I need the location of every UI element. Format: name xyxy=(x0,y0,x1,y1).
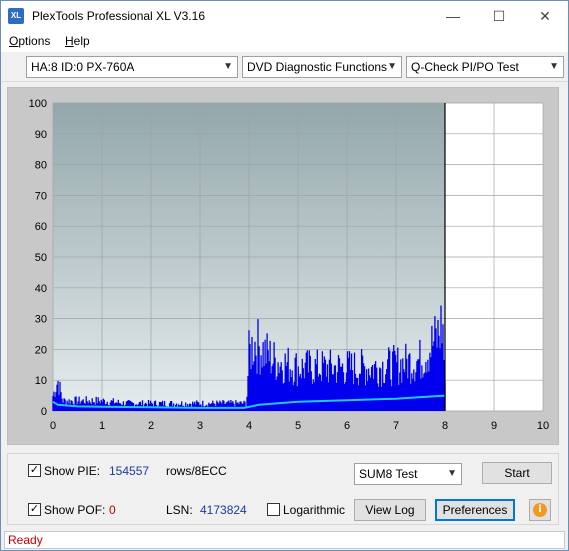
logarithmic-label: Logarithmic xyxy=(283,503,346,517)
logarithmic-checkbox[interactable] xyxy=(267,503,280,516)
view-log-button[interactable]: View Log xyxy=(354,499,426,521)
chevron-down-icon: ▼ xyxy=(447,468,457,479)
x-tick-label: 9 xyxy=(491,420,497,432)
menu-help-label: elp xyxy=(73,34,90,48)
sum-test-select-value: SUM8 Test xyxy=(359,467,418,481)
function-select[interactable]: DVD Diagnostic Functions ▼ xyxy=(242,56,402,78)
x-tick-label: 8 xyxy=(442,420,448,432)
x-tick-label: 0 xyxy=(50,420,56,432)
menu-options[interactable]: Options xyxy=(9,34,50,48)
y-tick-label: 0 xyxy=(41,406,47,418)
app-logo-icon: XL xyxy=(8,8,24,24)
close-button[interactable]: ✕ xyxy=(522,1,568,31)
test-select[interactable]: Q-Check PI/PO Test ▼ xyxy=(406,56,564,78)
drive-select[interactable]: HA:8 ID:0 PX-760A ▼ xyxy=(26,56,238,78)
y-tick-label: 60 xyxy=(35,221,47,233)
show-pie-checkbox[interactable]: ✓ xyxy=(28,464,41,477)
controls-panel: ✓ Show PIE: 154557 rows/8ECC SUM8 Test ▼… xyxy=(7,453,559,525)
minimize-button[interactable]: — xyxy=(430,1,476,31)
chart-panel: 0 10 20 30 40 50 60 70 80 90 100 0 1 2 3 4 5 6 7 8 9 10 xyxy=(7,87,559,445)
window-title: PlexTools Professional XL V3.16 xyxy=(32,9,205,23)
chevron-down-icon: ▼ xyxy=(549,61,559,72)
show-pof-label: Show POF: xyxy=(44,503,106,517)
y-tick-label: 10 xyxy=(35,375,47,387)
y-tick-label: 30 xyxy=(35,314,47,326)
maximize-button[interactable]: ☐ xyxy=(476,1,522,31)
pi-po-chart: 0 10 20 30 40 50 60 70 80 90 100 0 1 2 3 4 5 6 7 8 9 10 xyxy=(29,98,549,432)
rows-unit-label: rows/8ECC xyxy=(166,464,227,478)
info-button[interactable]: i xyxy=(529,499,551,521)
menu-options-accel: O xyxy=(9,34,19,48)
title-bar: XL PlexTools Professional XL V3.16 — ☐ ✕ xyxy=(1,1,568,31)
menu-help[interactable]: Help xyxy=(65,34,90,48)
show-pie-label: Show PIE: xyxy=(44,464,101,478)
chevron-down-icon: ▼ xyxy=(387,61,397,72)
app-window: XL PlexTools Professional XL V3.16 — ☐ ✕… xyxy=(0,0,569,551)
y-tick-label: 40 xyxy=(35,283,47,295)
x-tick-label: 10 xyxy=(537,420,549,432)
sum-test-select[interactable]: SUM8 Test ▼ xyxy=(354,463,462,485)
pie-value: 154557 xyxy=(109,464,150,478)
menu-bar: Options Help xyxy=(1,31,568,52)
y-tick-label: 20 xyxy=(35,344,47,356)
function-select-value: DVD Diagnostic Functions xyxy=(247,60,388,74)
menu-options-label: ptions xyxy=(18,34,51,48)
y-tick-label: 70 xyxy=(35,190,47,202)
info-icon: i xyxy=(533,503,547,517)
lsn-label: LSN: xyxy=(166,503,193,517)
start-button[interactable]: Start xyxy=(482,462,552,484)
drive-select-value: HA:8 ID:0 PX-760A xyxy=(31,60,135,74)
x-tick-label: 4 xyxy=(246,420,252,432)
lsn-value: 4173824 xyxy=(200,503,247,517)
x-tick-label: 6 xyxy=(344,420,350,432)
y-tick-label: 80 xyxy=(35,160,47,172)
menu-help-accel: H xyxy=(65,34,74,48)
y-tick-label: 90 xyxy=(35,129,47,141)
chevron-down-icon: ▼ xyxy=(223,61,233,72)
x-tick-label: 1 xyxy=(99,420,105,432)
show-pof-checkbox[interactable]: ✓ xyxy=(28,503,41,516)
test-select-value: Q-Check PI/PO Test xyxy=(411,60,519,74)
x-tick-label: 5 xyxy=(295,420,301,432)
x-tick-label: 2 xyxy=(148,420,154,432)
x-tick-label: 7 xyxy=(393,420,399,432)
status-bar: Ready xyxy=(4,531,565,549)
y-tick-label: 100 xyxy=(29,98,47,110)
toolbar: HA:8 ID:0 PX-760A ▼ DVD Diagnostic Funct… xyxy=(1,52,568,82)
preferences-button[interactable]: Preferences xyxy=(435,499,515,521)
y-tick-label: 50 xyxy=(35,252,47,264)
x-tick-label: 3 xyxy=(197,420,203,432)
pof-value: 0 xyxy=(109,503,116,517)
